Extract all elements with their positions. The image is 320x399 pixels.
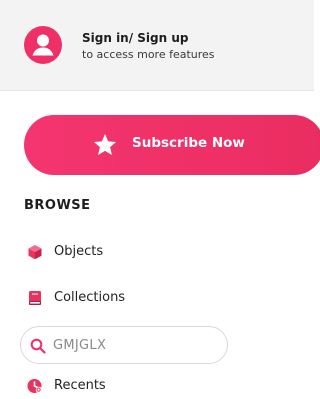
- star-icon: [93, 133, 117, 155]
- account-header[interactable]: Sign in/ Sign up to access more features: [0, 0, 314, 91]
- user-avatar-icon[interactable]: [24, 26, 62, 64]
- sidebar-panel: Sign in/ Sign up to access more features…: [0, 0, 320, 399]
- subscribe-button[interactable]: Subscribe Now: [24, 115, 320, 175]
- recents-icon: [27, 379, 43, 394]
- nav-item-recents[interactable]: Recents: [24, 375, 144, 397]
- nav-item-collections[interactable]: Collections: [24, 287, 164, 309]
- nav-item-label: Recents: [54, 378, 106, 393]
- subscribe-label: Subscribe Now: [132, 135, 245, 151]
- nav-item-objects[interactable]: Objects: [24, 241, 144, 263]
- search-icon: [30, 338, 46, 354]
- search-field[interactable]: [20, 326, 228, 364]
- sign-in-subtitle: to access more features: [82, 48, 215, 61]
- nav-item-label: Objects: [54, 244, 104, 259]
- sign-in-link[interactable]: Sign in/ Sign up: [82, 31, 188, 45]
- book-icon: [29, 291, 41, 305]
- search-input[interactable]: [53, 335, 213, 355]
- cube-icon: [28, 245, 42, 260]
- browse-heading: BROWSE: [24, 198, 91, 213]
- nav-item-label: Collections: [54, 290, 126, 305]
